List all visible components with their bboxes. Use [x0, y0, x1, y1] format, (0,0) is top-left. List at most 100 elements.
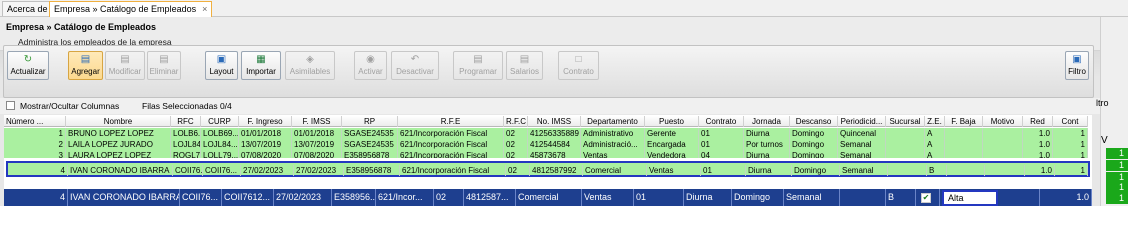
cell-departamento: Administració...: [581, 139, 645, 150]
cell-jornada: Diurna: [744, 128, 790, 139]
cell-f-ingreso: 07/08/2020: [239, 150, 292, 158]
cell-sucursal: [888, 165, 927, 176]
column-header-contrato[interactable]: Contrato: [699, 116, 744, 127]
column-header-red[interactable]: Red: [1023, 116, 1053, 127]
cell-departamento: Administrativo: [581, 128, 645, 139]
column-header-puesto[interactable]: Puesto: [645, 116, 699, 127]
edit-cell-puesto[interactable]: Ventas: [582, 189, 634, 206]
edit-cell-descanso[interactable]: Domingo: [732, 189, 784, 206]
filter-button[interactable]: ▣ Filtro: [1065, 51, 1089, 80]
selected-table-row[interactable]: 4 IVAN CORONADO IBARRA COII76... COII76.…: [6, 161, 1090, 177]
secondary-filter-label[interactable]: ltro: [1096, 98, 1109, 108]
grid-header: Número ... Nombre RFC CURP F. Ingreso F.…: [4, 116, 1088, 127]
edit-cell-rfc[interactable]: COII76...: [180, 189, 222, 206]
cell-curp: LOLL79...: [201, 150, 239, 158]
check-icon[interactable]: ✔: [921, 193, 931, 203]
deactivate-icon: ↶: [410, 54, 420, 65]
edit-cell-rp[interactable]: E358956...: [332, 189, 376, 206]
column-header-numero[interactable]: Número ...: [4, 116, 66, 127]
column-header-rfe[interactable]: R.F.E: [398, 116, 504, 127]
edit-cell-rfe[interactable]: 621/Incor...: [376, 189, 434, 206]
motivo-input[interactable]: Alta: [942, 190, 998, 206]
cell-contrato: 01: [699, 139, 744, 150]
column-header-departamento[interactable]: Departamento: [581, 116, 645, 127]
column-header-nombre[interactable]: Nombre: [66, 116, 171, 127]
cell-no-imss: 41256335889: [528, 128, 581, 139]
schedule-button[interactable]: ▤ Programar: [453, 51, 503, 80]
table-row[interactable]: 2 LAILA LOPEZ JURADO LOJL84... LOJL84...…: [4, 139, 1088, 150]
cell-nombre: LAILA LOPEZ JURADO: [66, 139, 171, 150]
close-icon[interactable]: ×: [202, 4, 207, 14]
column-header-sucursal[interactable]: Sucursal: [886, 116, 925, 127]
column-header-no-imss[interactable]: No. IMSS: [528, 116, 581, 127]
edit-cell-extra[interactable]: [1000, 189, 1040, 206]
excel-icon: ▦: [256, 54, 266, 65]
cell-departamento: Comercial: [583, 165, 647, 176]
edit-row[interactable]: 4 IVAN CORONADO IBARRA COII76... COII761…: [4, 189, 1092, 206]
table-row[interactable]: 3 LAURA LOPEZ LOPEZ ROGL7... LOLL79... 0…: [4, 150, 1088, 158]
cell-red: 1.0: [1023, 139, 1053, 150]
activate-button[interactable]: ◉ Activar: [354, 51, 387, 80]
cell-motivo: [985, 165, 1025, 176]
secondary-column-header: V: [1101, 135, 1108, 146]
calendar-icon: ▤: [473, 54, 483, 65]
cell-f-imss: 01/01/2018: [292, 128, 342, 139]
secondary-cell: 1: [1106, 160, 1128, 171]
cell-motivo: [983, 128, 1023, 139]
column-header-rfc2[interactable]: R.F.C: [504, 116, 528, 127]
edit-cell-red[interactable]: 1.0: [1040, 189, 1092, 206]
column-header-motivo[interactable]: Motivo: [983, 116, 1023, 127]
column-header-rp[interactable]: RP: [342, 116, 398, 127]
edit-cell-sucursal[interactable]: [840, 189, 886, 206]
salaries-button[interactable]: ▤ Salarios: [506, 51, 543, 80]
refresh-button[interactable]: ↻ Actualizar: [7, 51, 49, 80]
edit-cell-curp[interactable]: COII7612...: [222, 189, 274, 206]
layout-label: Layout: [209, 67, 234, 76]
cell-numero: 4: [6, 165, 68, 176]
column-header-ze[interactable]: Z.E.: [925, 116, 945, 127]
edit-cell-jornada[interactable]: Diurna: [684, 189, 732, 206]
column-header-cont[interactable]: Cont: [1053, 116, 1088, 127]
column-header-rfc[interactable]: RFC: [171, 116, 201, 127]
column-header-f-baja[interactable]: F. Baja: [945, 116, 983, 127]
delete-icon: ▤: [159, 54, 169, 65]
cell-motivo: [983, 150, 1023, 158]
edit-cell-rfc2[interactable]: 02: [434, 189, 464, 206]
column-header-f-imss[interactable]: F. IMSS: [292, 116, 342, 127]
deactivate-label: Desactivar: [396, 67, 434, 76]
layout-button[interactable]: ▣ Layout: [205, 51, 238, 80]
modify-button[interactable]: ▤ Modificar: [105, 51, 145, 80]
edit-cell-contrato[interactable]: 01: [634, 189, 684, 206]
cell-rp: SGASE24535: [342, 139, 398, 150]
assimilables-button[interactable]: ◈ Asimilables: [285, 51, 335, 80]
edit-cell-periodicidad[interactable]: Semanal: [784, 189, 840, 206]
tab-catalogo-empleados[interactable]: Empresa » Catálogo de Empleados ×: [49, 1, 213, 17]
column-header-curp[interactable]: CURP: [201, 116, 239, 127]
add-button[interactable]: ▤ Agregar: [68, 51, 103, 80]
contract-button[interactable]: □ Contrato: [558, 51, 599, 80]
deactivate-button[interactable]: ↶ Desactivar: [391, 51, 439, 80]
column-header-jornada[interactable]: Jornada: [744, 116, 790, 127]
delete-button[interactable]: ▤ Eliminar: [147, 51, 181, 80]
edit-cell-numero[interactable]: 4: [4, 189, 68, 206]
add-icon: ▤: [80, 54, 91, 65]
table-row[interactable]: 1 BRUNO LOPEZ LOPEZ LOLB6... LOLB69... 0…: [4, 128, 1088, 139]
layout-icon: ▣: [216, 54, 227, 65]
edit-cell-f-ingreso[interactable]: 27/02/2023: [274, 189, 332, 206]
edit-cell-no-imss[interactable]: 4812587...: [464, 189, 516, 206]
import-button[interactable]: ▦ Importar: [241, 51, 281, 80]
cell-nombre: LAURA LOPEZ LOPEZ: [66, 150, 171, 158]
edit-cell-departamento[interactable]: Comercial: [516, 189, 582, 206]
edit-cell-nombre[interactable]: IVAN CORONADO IBARRA: [68, 189, 180, 206]
secondary-cell: 1: [1106, 193, 1128, 204]
toggle-columns-checkbox[interactable]: [6, 101, 15, 110]
column-header-descanso[interactable]: Descanso: [790, 116, 838, 127]
tab-acerca-de[interactable]: Acerca de: [2, 1, 53, 16]
cell-puesto: Gerente: [645, 128, 699, 139]
column-header-f-ingreso[interactable]: F. Ingreso: [239, 116, 292, 127]
column-header-periodicidad[interactable]: Periodicid...: [838, 116, 886, 127]
edit-cell-ze[interactable]: B: [886, 189, 916, 206]
secondary-cell: 1: [1106, 148, 1128, 159]
cell-rfc: LOJL84...: [173, 139, 201, 150]
cell-numero: 2: [4, 139, 66, 150]
